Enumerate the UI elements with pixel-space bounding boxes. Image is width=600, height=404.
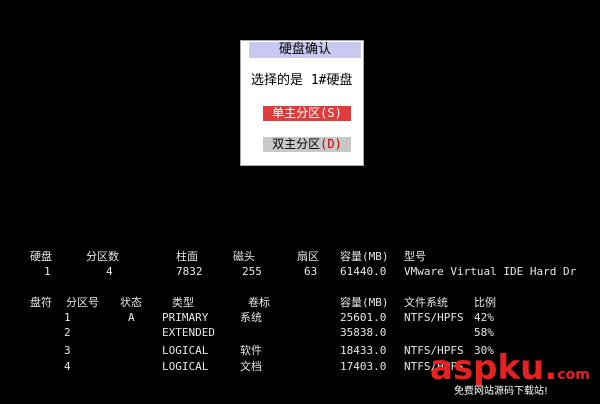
partition-row[interactable]: 2 EXTENDED 35838.0 58% — [0, 326, 600, 340]
dual-primary-label: 双主分区 — [272, 137, 321, 151]
header-partition-capacity: 容量(MB) — [340, 296, 389, 309]
cell-partition-number: 1 — [64, 311, 71, 324]
header-model: 型号 — [404, 250, 426, 263]
header-volume-label: 卷标 — [248, 296, 270, 309]
partition-table-header: 盘符 分区号 状态 类型 卷标 容量(MB) 文件系统 比例 — [0, 296, 600, 310]
cell-file-system: NTFS/HPFS — [404, 311, 464, 324]
selected-disk-prompt: 选择的是 1#硬盘 — [251, 73, 353, 88]
dual-primary-partition-button[interactable]: 双主分区(D) — [263, 137, 351, 152]
header-capacity: 容量(MB) — [340, 250, 389, 263]
cell-cylinders: 7832 — [176, 265, 203, 278]
header-type: 类型 — [172, 296, 194, 309]
header-status: 状态 — [120, 296, 142, 309]
cell-type: LOGICAL — [162, 344, 209, 357]
cell-sectors: 63 — [304, 265, 318, 278]
header-cylinders: 柱面 — [176, 250, 198, 263]
cell-partition-capacity: 18433.0 — [340, 344, 387, 357]
cell-volume-label: 系统 — [240, 311, 262, 324]
cell-partition-number: 3 — [64, 344, 71, 357]
cell-partition-count: 4 — [106, 265, 113, 278]
header-partition-count: 分区数 — [86, 250, 119, 263]
single-primary-label: 单主分区 — [272, 106, 321, 120]
cell-model: VMware Virtual IDE Hard Dr — [404, 265, 577, 278]
cell-partition-capacity: 35838.0 — [340, 326, 387, 339]
cell-capacity: 61440.0 — [340, 265, 387, 278]
cell-partition-number: 2 — [64, 326, 71, 339]
dual-primary-hotkey: (D) — [320, 137, 342, 151]
cell-status: A — [128, 311, 135, 324]
disk-table-row[interactable]: 1 4 7832 255 63 61440.0 VMware Virtual I… — [0, 265, 600, 279]
partition-row[interactable]: 1 A PRIMARY 系统 25601.0 NTFS/HPFS 42% — [0, 311, 600, 325]
header-partition-number: 分区号 — [66, 296, 99, 309]
header-drive-letter: 盘符 — [30, 296, 52, 309]
cell-type: LOGICAL — [162, 360, 209, 373]
dialog-title: 硬盘确认 — [249, 42, 361, 58]
single-primary-hotkey: (S) — [320, 106, 342, 120]
cell-heads: 255 — [242, 265, 262, 278]
header-sectors: 扇区 — [297, 250, 319, 263]
cell-volume-label: 文档 — [240, 360, 262, 373]
cell-ratio: 42% — [474, 311, 494, 324]
disk-confirm-dialog: 硬盘确认 选择的是 1#硬盘 单主分区(S) 双主分区(D) — [240, 40, 364, 166]
header-ratio: 比例 — [474, 296, 496, 309]
cell-type: PRIMARY — [162, 311, 209, 324]
aspku-watermark: aspku.com 免费网站源码下载站! — [430, 350, 598, 402]
cell-partition-capacity: 25601.0 — [340, 311, 387, 324]
watermark-subtitle: 免费网站源码下载站! — [454, 386, 549, 397]
header-file-system: 文件系统 — [404, 296, 448, 309]
cell-disk: 1 — [44, 265, 51, 278]
cell-partition-capacity: 17403.0 — [340, 360, 387, 373]
cell-partition-number: 4 — [64, 360, 71, 373]
single-primary-partition-button[interactable]: 单主分区(S) — [263, 106, 351, 121]
header-disk: 硬盘 — [30, 250, 52, 263]
cell-volume-label: 软件 — [240, 344, 262, 357]
cell-ratio: 58% — [474, 326, 494, 339]
cell-type: EXTENDED — [162, 326, 215, 339]
header-heads: 磁头 — [233, 250, 255, 263]
disk-table-header: 硬盘 分区数 柱面 磁头 扇区 容量(MB) 型号 — [0, 250, 600, 264]
